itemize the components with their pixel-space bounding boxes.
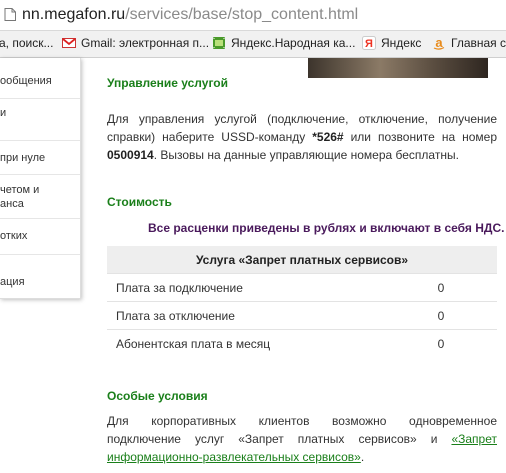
sidebar-item-account[interactable]: четом и анса [0,183,39,211]
special-text-part: Для корпоративных клиентов возможно одно… [107,414,497,446]
table-row: Абонентская плата в месяц 0 [107,329,497,357]
price-table: Услуга «Запрет платных сервисов» Плата з… [107,246,497,357]
sidebar-item-label: отких [0,230,28,242]
bookmark-label: Главная ст [451,36,506,50]
table-row: Плата за отключение 0 [107,301,497,330]
bookmarks-bar: а, поиск... Gmail: электронная п... Янде… [0,31,506,58]
table-header: Услуга «Запрет платных сервисов» [107,246,497,274]
page-icon [4,8,16,21]
amazon-icon: a [433,36,445,50]
bookmark-label: а, поиск... [0,36,54,50]
sidebar-divider [0,174,80,175]
special-text-part: . [360,450,365,464]
bookmark-label: Яндекс.Народная ка... [231,36,356,50]
management-text: Для управления услугой (подключение, отк… [107,110,497,164]
sidebar-divider [0,98,80,99]
sidebar-item-zero-balance[interactable]: при нуле [0,151,45,165]
bookmark-label: Яндекс [381,36,422,50]
vat-note: Все расценки приведены в рублях и включа… [148,221,505,235]
url-path: /services/base/stop_content.html [125,6,359,23]
url-text[interactable]: nn.megafon.ru/services/base/stop_content… [22,6,358,24]
sidebar-divider [0,218,80,219]
film-icon [213,37,225,49]
bookmark-search[interactable]: а, поиск... [0,36,53,50]
address-bar[interactable]: nn.megafon.ru/services/base/stop_content… [0,0,506,31]
bookmark-yandex[interactable]: Я Яндекс [362,36,421,50]
sidebar-divider [0,254,80,255]
header-photo [308,58,488,78]
url-domain: nn.megafon.ru [22,6,126,23]
sidebar-item-label: анса [0,198,24,210]
special-heading: Особые условия [107,389,208,403]
price-name: Плата за подключение [107,273,385,302]
sidebar-item-label: четом и [0,184,40,196]
sidebar-item-label: ообщения [0,75,52,87]
bookmark-label: Gmail: электронная п... [81,36,210,50]
sidebar-divider [0,140,80,141]
price-value: 0 [385,329,497,357]
bookmark-home[interactable]: a Главная ст [432,36,506,50]
yandex-icon: Я [362,36,376,50]
sidebar-item-2[interactable]: и [0,106,6,120]
table-header-row: Услуга «Запрет платных сервисов» [107,246,497,274]
sidebar-item-short[interactable]: отких [0,229,27,243]
price-value: 0 [385,301,497,330]
phone-number: 0500914 [107,148,154,162]
gmail-icon [62,38,76,48]
ussd-code: *526# [312,130,344,144]
management-text-part: . Вызовы на данные управляющие номера бе… [153,148,459,162]
sidebar-item-label: и [0,107,7,119]
bookmark-yandex-narod[interactable]: Яндекс.Народная ка... [212,36,355,50]
management-heading: Управление услугой [107,76,228,90]
management-text-part: или позвоните на номер [343,130,498,144]
price-name: Абонентская плата в месяц [107,329,385,357]
table-row: Плата за подключение 0 [107,273,497,302]
sidebar-item-messages[interactable]: ообщения [0,74,52,88]
bookmark-gmail[interactable]: Gmail: электронная п... [62,36,209,50]
special-text: Для корпоративных клиентов возможно одно… [107,412,497,466]
sidebar-item-6[interactable]: ация [0,275,25,289]
price-value: 0 [385,273,497,302]
sidebar-item-label: при нуле [0,152,46,164]
sidebar-menu: ообщения и при нуле четом и анса отких ац… [0,58,81,299]
sidebar-item-label: ация [0,276,25,288]
svg-text:Я: Я [365,38,373,50]
price-name: Плата за отключение [107,301,385,330]
cost-heading: Стоимость [107,195,172,209]
